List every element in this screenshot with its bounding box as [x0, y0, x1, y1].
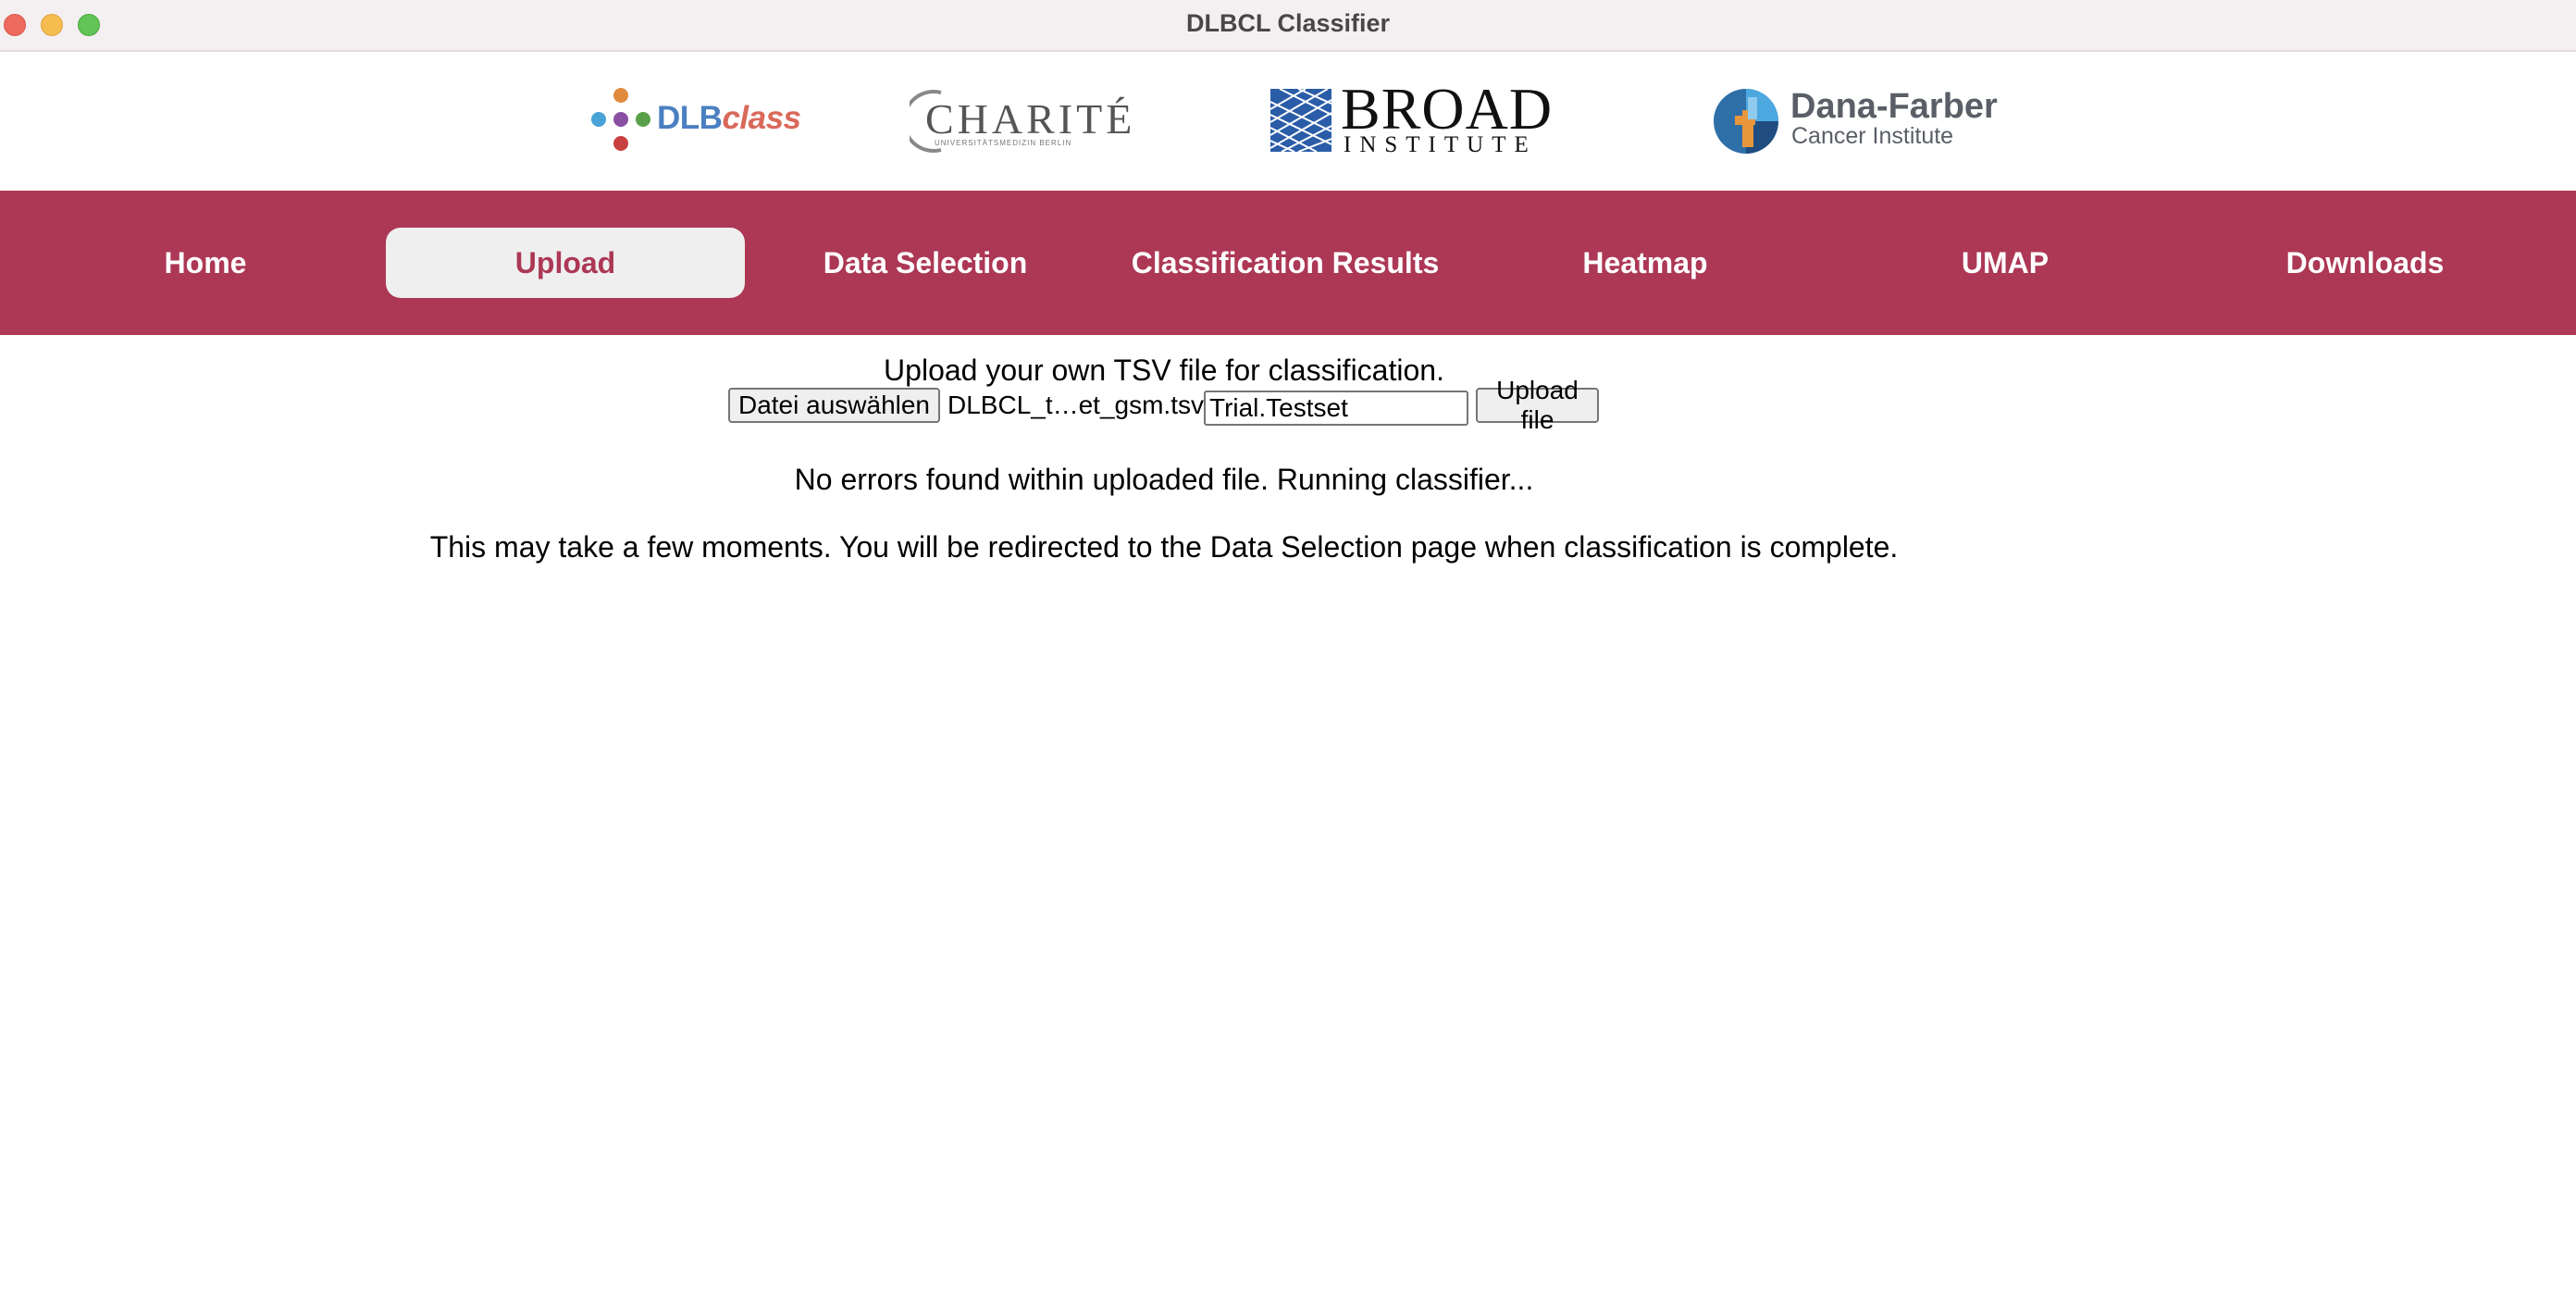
- dlbclass-wordmark-dlb: DLB: [657, 100, 723, 136]
- choose-file-button[interactable]: Datei auswählen: [728, 388, 940, 423]
- main-nav: Home Upload Data Selection Classificatio…: [0, 191, 2576, 335]
- nav-tab-umap[interactable]: UMAP: [1826, 228, 2185, 298]
- upload-file-button[interactable]: Upload file: [1476, 376, 1599, 434]
- selected-file-name: DLBCL_t…et_gsm.tsv: [947, 391, 1204, 419]
- window-title: DLBCL Classifier: [1185, 9, 1391, 37]
- status-message-no-errors: No errors found within uploaded file. Ru…: [794, 463, 1534, 496]
- nav-tab-heatmap[interactable]: Heatmap: [1466, 228, 1825, 298]
- nav-tab-classification-results[interactable]: Classification Results: [1106, 228, 1465, 298]
- nav-tab-home[interactable]: Home: [26, 228, 385, 298]
- nav-tab-downloads[interactable]: Downloads: [2186, 228, 2545, 298]
- status-message-redirect: This may take a few moments. You will be…: [429, 530, 1899, 564]
- nav-tab-data-selection[interactable]: Data Selection: [746, 228, 1105, 298]
- window-titlebar: DLBCL Classifier: [0, 0, 2576, 52]
- dataset-name-input[interactable]: [1204, 391, 1468, 426]
- dana-farber-emblem-icon: [1714, 89, 1778, 154]
- upload-heading: Upload your own TSV file for classificat…: [884, 354, 1444, 387]
- dlbclass-wordmark-class: class: [722, 100, 801, 136]
- dlbclass-wordmark: DLBclass: [657, 100, 801, 137]
- charite-wordmark: CHARITÉ: [925, 95, 1136, 143]
- dana-farber-wordmark: Dana-Farber: [1790, 87, 1998, 126]
- dlbclass-dots-icon: [591, 88, 650, 151]
- nav-tab-upload[interactable]: Upload: [386, 228, 745, 298]
- dana-farber-subtitle: Cancer Institute: [1791, 123, 1954, 149]
- broad-subtitle: INSTITUTE: [1344, 132, 1537, 157]
- broad-wordmark: BROAD: [1341, 76, 1554, 142]
- charite-subtitle: UNIVERSITÄTSMEDIZIN BERLIN: [935, 139, 1072, 147]
- broad-emblem-icon: [1270, 89, 1331, 152]
